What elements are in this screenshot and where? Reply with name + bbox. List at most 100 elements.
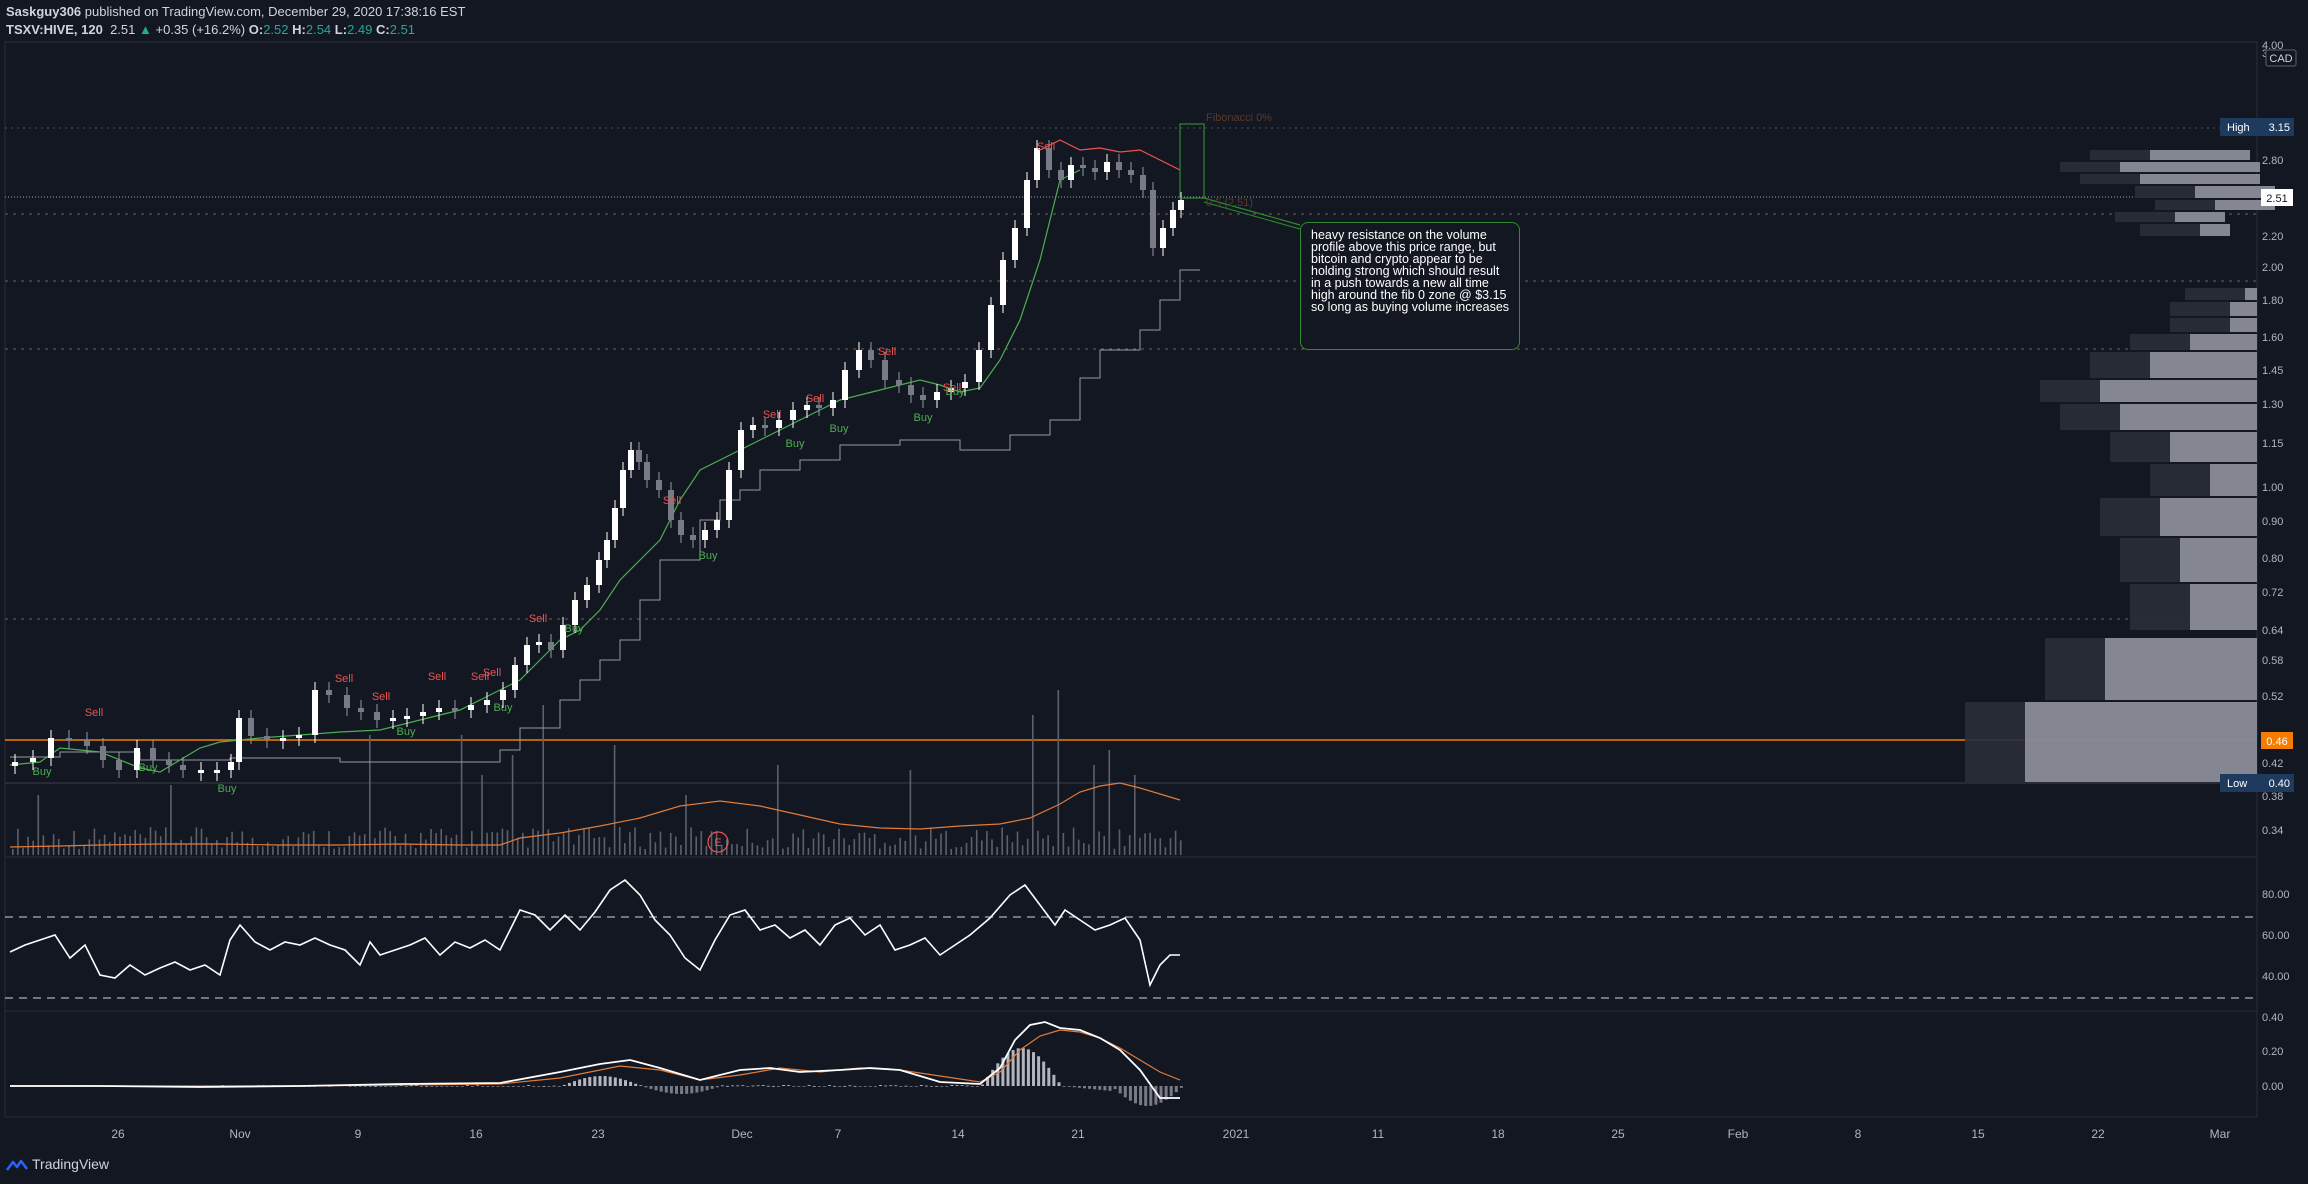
- volume-bar: [797, 837, 799, 855]
- volume-bar: [1037, 830, 1039, 855]
- volume-bar: [1016, 831, 1019, 855]
- candle-body: [512, 665, 518, 690]
- macd-axis[interactable]: 0.40 0.20 0.00: [2262, 1012, 2283, 1093]
- macd-histogram-bar: [1067, 1086, 1071, 1087]
- volume-bar: [1072, 827, 1075, 855]
- volume-bar: [165, 827, 167, 855]
- macd-histogram-bar: [511, 1086, 515, 1087]
- candle-body: [1024, 180, 1030, 228]
- buy-signal-label: Buy: [914, 412, 933, 424]
- volume-bar: [573, 844, 575, 855]
- price-tick-label: 2.20: [2262, 231, 2283, 243]
- macd-histogram-bar: [731, 1085, 735, 1087]
- time-tick-label: Mar: [2210, 1127, 2231, 1141]
- volume-bar: [277, 844, 279, 855]
- price-tick-label: 1.30: [2262, 399, 2283, 411]
- candle-body: [868, 350, 874, 360]
- macd-histogram-bar: [659, 1086, 663, 1092]
- candle-body: [214, 770, 220, 773]
- price-tick-label: 0.38: [2262, 791, 2283, 803]
- earnings-marker-label: E: [714, 837, 721, 849]
- price-tick-label: 0.72: [2262, 587, 2283, 599]
- sell-signal-label: Sell: [372, 691, 390, 703]
- macd-histogram-bar: [848, 1085, 852, 1087]
- candle-body: [12, 762, 18, 766]
- trailing-stop-line: [10, 269, 1200, 763]
- macd-histogram-bar: [501, 1086, 505, 1087]
- annotation-callout[interactable]: heavy resistance on the volume profile a…: [1300, 222, 1520, 350]
- volume-bar: [618, 827, 621, 855]
- candle-body: [1012, 228, 1018, 260]
- macd-histogram-bar: [792, 1086, 796, 1087]
- macd-histogram-bar: [914, 1086, 918, 1087]
- volume-bar: [450, 837, 453, 855]
- macd-histogram-bar: [618, 1078, 622, 1086]
- volume-bar: [741, 846, 743, 855]
- volume-bar: [256, 845, 259, 855]
- candle-body: [1000, 260, 1006, 305]
- macd-histogram: [12, 1048, 1183, 1106]
- candle-body: [856, 350, 862, 370]
- volume-bar: [27, 836, 29, 855]
- candle-body: [882, 360, 888, 380]
- macd-histogram-bar: [522, 1086, 525, 1087]
- macd-histogram-bar: [1169, 1086, 1173, 1097]
- candle-body: [628, 450, 634, 470]
- macd-histogram-bar: [644, 1086, 648, 1088]
- volume-bar: [318, 845, 320, 855]
- candle-body: [816, 405, 822, 408]
- time-tick-label: 11: [1372, 1127, 1385, 1141]
- volume-bar: [57, 838, 60, 855]
- volume-bar: [863, 832, 866, 855]
- candle-body: [536, 642, 542, 645]
- macd-histogram-bar: [817, 1086, 821, 1087]
- volume-bar: [659, 831, 662, 855]
- candle-body: [436, 708, 442, 712]
- volume-bar: [52, 834, 55, 855]
- macd-histogram-bar: [369, 1086, 372, 1087]
- sell-signal-label: Sell: [483, 667, 501, 679]
- candle-body: [1160, 228, 1166, 248]
- volume-bar: [950, 848, 952, 855]
- macd-tick-label: 0.20: [2262, 1046, 2283, 1058]
- candle-body: [420, 712, 426, 716]
- rsi-axis[interactable]: 80.00 60.00 40.00: [2262, 889, 2290, 983]
- time-tick-label: 14: [951, 1127, 965, 1141]
- volume-bar: [12, 849, 14, 855]
- buy-signal-label: Buy: [33, 766, 52, 778]
- sell-signal-label: Sell: [335, 673, 353, 685]
- time-tick-label: 22: [2091, 1127, 2105, 1141]
- macd-histogram-bar: [496, 1086, 500, 1087]
- macd-histogram-bar: [751, 1085, 755, 1087]
- macd-histogram-bar: [822, 1086, 826, 1087]
- time-axis[interactable]: 26 Nov 9 16 23 Dec 7 14 21 2021 11 18 25 Feb 8 15 22 Mar: [111, 1127, 2230, 1141]
- volume-bar: [251, 837, 254, 855]
- macd-histogram-bar: [868, 1086, 872, 1087]
- volume-bar: [593, 837, 595, 855]
- volume-bar: [613, 745, 616, 855]
- volume-bar: [1032, 715, 1034, 855]
- rsi-line: [9, 878, 1180, 988]
- volume-bar: [1098, 831, 1100, 855]
- macd-histogram-bar: [624, 1080, 627, 1086]
- volume-bar: [761, 847, 764, 855]
- fibonacci-box[interactable]: [1179, 123, 1205, 199]
- candle-body: [636, 450, 642, 462]
- time-tick-label: 2021: [1223, 1127, 1250, 1141]
- candle-body: [1170, 210, 1176, 228]
- volume-profile-bar: [2245, 288, 2257, 300]
- volume-profile-bar: [2180, 538, 2257, 582]
- macd-histogram-bar: [506, 1086, 510, 1087]
- volume-bar: [817, 832, 820, 855]
- sell-signal-label: Sell: [806, 393, 824, 405]
- macd-histogram-bar: [389, 1086, 393, 1087]
- volume-bar: [338, 847, 340, 855]
- volume-profile-bar: [2140, 174, 2260, 184]
- sell-signal-label: Sell: [878, 346, 896, 358]
- time-tick-label: 16: [469, 1127, 483, 1141]
- tradingview-logo[interactable]: TradingView: [6, 1156, 109, 1172]
- price-chart[interactable]: Sell Sell Sell Sell Sell Sell Sell Sell Sell Sell…: [0, 0, 2308, 1150]
- price-axis[interactable]: 3.602.802.202.001.801.601.451.301.151.00…: [2262, 40, 2283, 837]
- candle-body: [358, 708, 364, 712]
- volume-bar: [945, 830, 947, 855]
